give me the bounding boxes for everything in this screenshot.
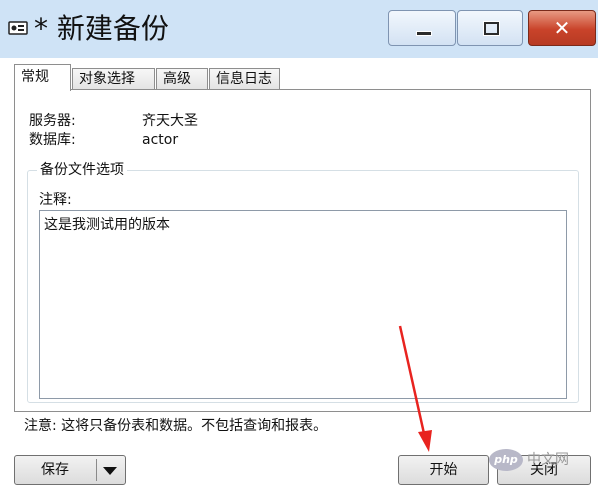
database-backup-icon	[8, 21, 28, 35]
group-title: 备份文件选项	[37, 161, 127, 179]
split-separator	[96, 459, 97, 481]
maximize-button[interactable]	[457, 10, 523, 46]
title-bar[interactable]: * 新建备份 ✕	[0, 0, 598, 58]
watermark: php 中文网	[489, 448, 593, 474]
minimize-button[interactable]	[388, 10, 456, 46]
window-title: * 新建备份	[34, 12, 169, 45]
remark-textarea[interactable]: 这是我测试用的版本	[39, 210, 567, 399]
chevron-down-icon[interactable]	[103, 467, 117, 475]
tab-object-selection[interactable]: 对象选择	[72, 68, 155, 90]
close-icon: ✕	[553, 16, 571, 40]
save-button[interactable]: 保存	[14, 455, 126, 485]
general-tab-panel: 服务器: 齐天大圣 数据库: actor 备份文件选项 注释: 这是我测试用的版…	[14, 89, 591, 412]
server-value: 齐天大圣	[142, 113, 198, 129]
database-label: 数据库:	[29, 132, 76, 148]
start-button[interactable]: 开始	[398, 455, 489, 485]
tab-general[interactable]: 常规	[14, 64, 71, 91]
watermark-text: 中文网	[527, 452, 569, 468]
tab-info-log[interactable]: 信息日志	[209, 68, 280, 90]
save-button-label: 保存	[41, 462, 69, 478]
maximize-icon	[483, 21, 500, 36]
database-value: actor	[142, 132, 179, 148]
server-label: 服务器:	[29, 113, 76, 129]
close-window-button[interactable]: ✕	[528, 10, 596, 46]
minimize-icon	[416, 31, 432, 36]
tab-advanced[interactable]: 高级	[156, 68, 208, 90]
php-logo: php	[489, 449, 523, 471]
backup-dialog: * 新建备份 ✕ 常规 对象选择 高级 信息日志 服务器: 齐天大圣 数据库: …	[0, 0, 598, 485]
remark-label: 注释:	[39, 192, 72, 208]
backup-note: 注意: 这将只备份表和数据。不包括查询和报表。	[24, 418, 328, 434]
backup-file-options-group: 备份文件选项 注释: 这是我测试用的版本	[27, 161, 579, 403]
